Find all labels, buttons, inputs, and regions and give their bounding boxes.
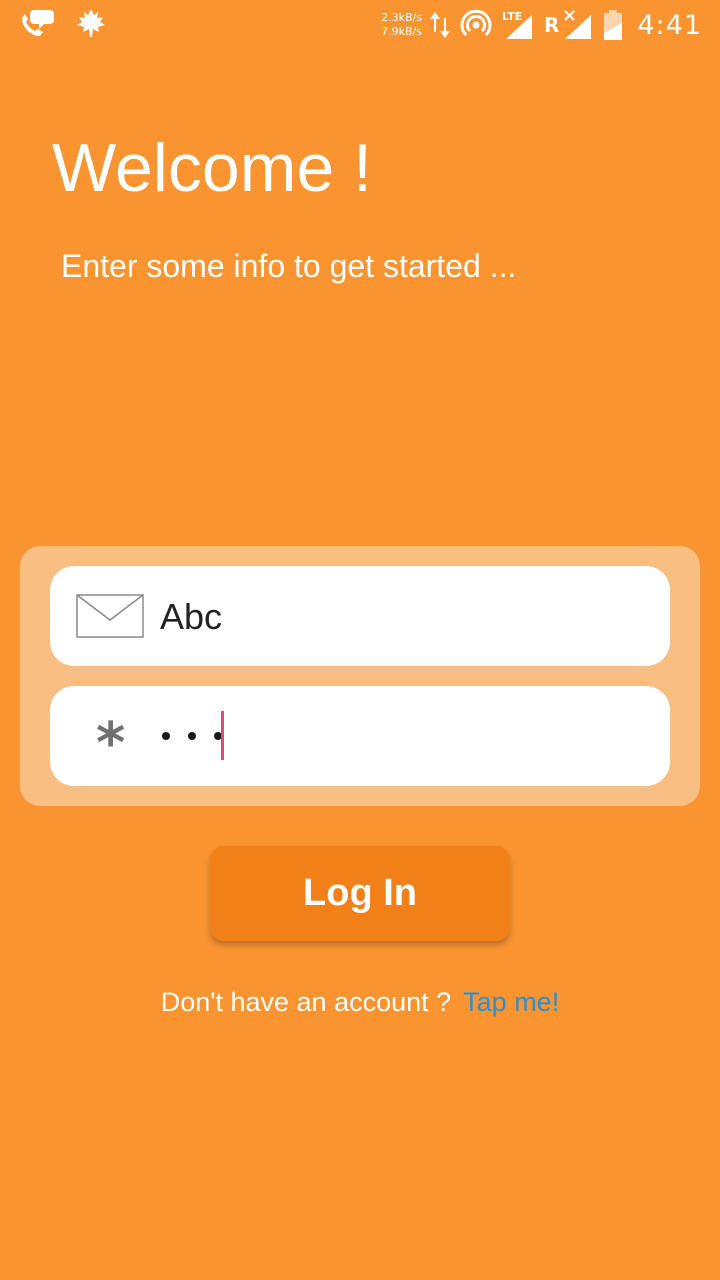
text-cursor	[221, 711, 224, 760]
data-arrows-icon	[429, 12, 450, 38]
svg-text:LTE: LTE	[502, 10, 522, 23]
email-field[interactable]: Abc	[50, 566, 670, 666]
system-icons: 2.3kB/s 7.9kB/s LTE R 4:41	[381, 4, 702, 46]
signup-link[interactable]: Tap me!	[463, 987, 559, 1017]
login-form-card: Abc *	[20, 546, 700, 806]
signup-text: Don't have an account ?	[160, 987, 452, 1017]
password-field[interactable]: *	[50, 686, 670, 786]
clock: 4:41	[637, 9, 702, 41]
lte-signal-icon: LTE	[502, 10, 532, 39]
password-dot	[162, 732, 170, 740]
email-input-value[interactable]: Abc	[160, 596, 222, 638]
login-button[interactable]: Log In	[210, 846, 510, 941]
no-signal-icon	[564, 10, 592, 39]
leaf-icon	[77, 9, 105, 37]
hotspot-icon	[460, 9, 492, 37]
notification-icons	[20, 8, 106, 38]
page-title: Welcome !	[52, 130, 372, 206]
password-input-value[interactable]	[162, 732, 222, 740]
password-dot	[188, 732, 196, 740]
chat-call-icon	[22, 10, 54, 36]
speed-up: 2.3kB/s	[381, 11, 422, 24]
battery-icon	[604, 10, 623, 40]
asterisk-icon: *	[96, 711, 126, 776]
roaming-indicator: R	[543, 13, 560, 37]
page-subtitle: Enter some info to get started ...	[61, 248, 517, 284]
mail-icon	[76, 594, 144, 638]
network-speed: 2.3kB/s 7.9kB/s	[381, 11, 422, 39]
speed-down: 7.9kB/s	[381, 25, 422, 38]
signup-prompt: Don't have an account ? Tap me!	[0, 984, 720, 1020]
status-bar: 2.3kB/s 7.9kB/s LTE R 4:41	[0, 0, 720, 50]
